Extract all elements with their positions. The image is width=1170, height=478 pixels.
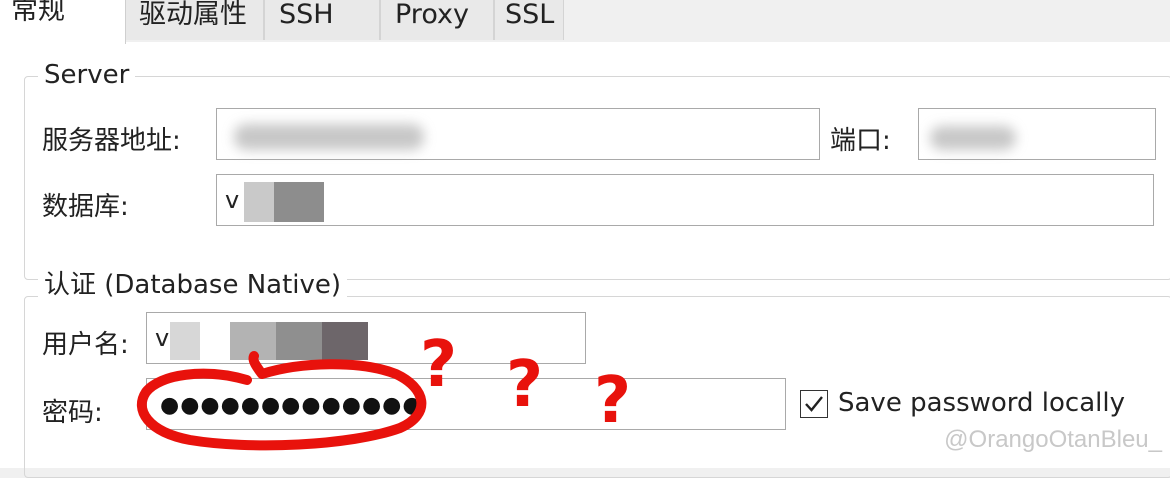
question-mark: ?: [594, 364, 631, 438]
annotation-circle: [136, 351, 427, 451]
annotation-overlay: ? ? ?: [136, 328, 631, 451]
question-mark: ?: [506, 348, 543, 422]
question-mark: ?: [420, 328, 457, 402]
tab-general[interactable]: 常规: [0, 0, 126, 44]
